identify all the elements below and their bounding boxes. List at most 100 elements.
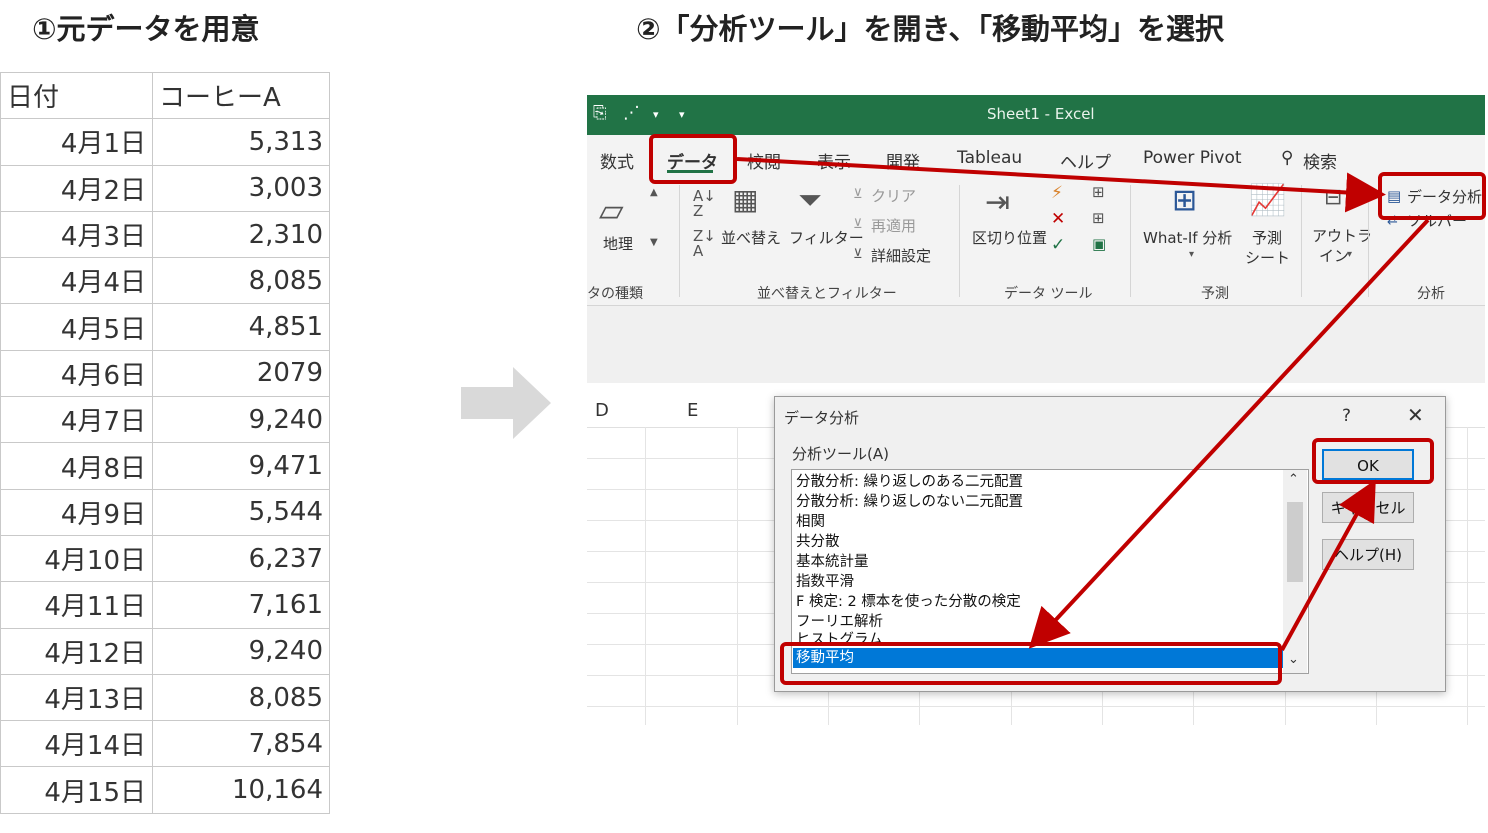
- flash-fill-icon[interactable]: ⚡: [1051, 183, 1063, 203]
- ribbon: ▱ 地理 ▲ ▼ タの種類 A↓ Z Z↓ A ▦ 並べ替え ⏷ フィルター ⊻ ク…: [587, 177, 1485, 306]
- outline-label-1[interactable]: アウトラ: [1312, 225, 1372, 246]
- customize-qat-icon[interactable]: ▾: [679, 108, 685, 121]
- list-item[interactable]: 指数平滑: [796, 572, 854, 592]
- table-row: 4月4日 8,085: [0, 257, 330, 305]
- scroll-down-icon[interactable]: ⌄: [1288, 652, 1299, 667]
- autosave-icon[interactable]: ⎘: [593, 103, 607, 123]
- help-icon[interactable]: ?: [1342, 406, 1351, 426]
- flow-arrow-icon: [461, 367, 551, 439]
- geography-label[interactable]: 地理: [603, 233, 633, 254]
- highlight-ok-button: [1312, 438, 1434, 484]
- table-row: 4月12日 9,240: [0, 627, 330, 675]
- consolidate-icon[interactable]: ⊞: [1092, 183, 1105, 201]
- reapply-label[interactable]: 再適用: [871, 215, 916, 236]
- tab-formulas[interactable]: 数式: [600, 148, 634, 173]
- geography-icon[interactable]: ▱: [599, 191, 624, 229]
- forecast-sheet-label-2[interactable]: シート: [1245, 247, 1290, 268]
- column-header-e[interactable]: E: [687, 400, 698, 421]
- sort-label[interactable]: 並べ替え: [721, 227, 781, 248]
- what-if-dropdown-icon[interactable]: ▾: [1189, 249, 1194, 260]
- chart-icon[interactable]: ⋰: [623, 103, 640, 123]
- tab-tableau[interactable]: Tableau: [957, 148, 1022, 168]
- table-row: 4月10日 6,237: [0, 534, 330, 583]
- grid-line: [587, 706, 1485, 707]
- window-title: Sheet1 - Excel: [987, 105, 1095, 123]
- list-item[interactable]: 基本統計量: [796, 552, 869, 572]
- advanced-filter-icon[interactable]: ⊻: [853, 247, 863, 262]
- clear-label[interactable]: クリア: [871, 185, 916, 206]
- close-icon[interactable]: ✕: [1407, 403, 1424, 427]
- tab-review[interactable]: 校閲: [747, 148, 781, 173]
- sales-cell: 5,313: [152, 118, 330, 166]
- list-item[interactable]: F 検定: 2 標本を使った分散の検定: [796, 592, 1021, 612]
- tab-power-pivot[interactable]: Power Pivot: [1143, 148, 1242, 168]
- qat-dropdown-icon[interactable]: ▾: [653, 108, 659, 121]
- forecast-sheet-label-1[interactable]: 予測: [1252, 227, 1282, 248]
- tab-help[interactable]: ヘルプ: [1060, 148, 1111, 173]
- column-header-d[interactable]: D: [595, 400, 609, 421]
- date-cell: 4月10日: [0, 534, 153, 583]
- data-model-icon[interactable]: ▣: [1092, 235, 1106, 253]
- clear-icon[interactable]: ⊻: [853, 187, 863, 202]
- forecast-sheet-icon[interactable]: 📈: [1249, 183, 1286, 218]
- text-to-columns-icon[interactable]: ⇥: [985, 185, 1010, 220]
- group-separator: [1301, 185, 1302, 297]
- date-cell: 4月8日: [0, 442, 153, 490]
- what-if-icon[interactable]: ⊞: [1172, 183, 1197, 218]
- sales-cell: 8,085: [152, 257, 330, 305]
- sales-cell: 8,085: [152, 673, 330, 722]
- date-cell: 4月12日: [0, 627, 153, 675]
- outline-icon[interactable]: ⊟: [1324, 185, 1342, 210]
- highlight-data-tab: [649, 134, 737, 184]
- remove-duplicates-icon[interactable]: ✕: [1051, 209, 1065, 229]
- date-cell: 4月6日: [0, 349, 153, 398]
- list-item[interactable]: 分散分析: 繰り返しのない二元配置: [796, 492, 1023, 512]
- relationships-icon[interactable]: ⊞: [1092, 209, 1105, 227]
- sales-cell: 9,240: [152, 396, 330, 444]
- list-scrollbar[interactable]: ⌃ ⌄: [1283, 470, 1307, 673]
- title-bar: ⎘ ⋰ ▾ ▾ Sheet1 - Excel: [587, 95, 1485, 135]
- group-separator: [959, 185, 960, 297]
- help-button[interactable]: ヘルプ(H): [1322, 539, 1414, 570]
- sales-cell: 3,003: [152, 164, 330, 212]
- gallery-up-icon[interactable]: ▲: [650, 187, 658, 198]
- group-separator: [1368, 185, 1369, 297]
- cancel-button[interactable]: キャンセル: [1322, 492, 1414, 523]
- date-cell: 4月5日: [0, 303, 153, 351]
- date-cell: 4月7日: [0, 396, 153, 444]
- outline-dropdown-icon[interactable]: ▾: [1347, 249, 1352, 260]
- table-row: 4月15日 10,164: [0, 766, 330, 814]
- sort-ascending-icon[interactable]: A↓ Z: [693, 189, 716, 219]
- tab-developer[interactable]: 開発: [886, 148, 920, 173]
- coffee-column-header: コーヒーA: [152, 71, 330, 120]
- search-icon[interactable]: ⚲: [1281, 148, 1293, 168]
- list-item[interactable]: フーリエ解析: [796, 612, 883, 632]
- text-to-columns-label[interactable]: 区切り位置: [972, 227, 1047, 248]
- scroll-thumb[interactable]: [1287, 502, 1303, 582]
- what-if-label[interactable]: What-If 分析: [1143, 227, 1232, 248]
- data-validation-icon[interactable]: ✓: [1051, 235, 1065, 255]
- table-row: 4月13日 8,085: [0, 673, 330, 722]
- tab-search[interactable]: 検索: [1303, 148, 1337, 173]
- filter-icon[interactable]: ⏷: [798, 183, 822, 218]
- reapply-icon[interactable]: ⊻: [853, 217, 863, 232]
- sales-cell: 10,164: [152, 766, 330, 814]
- list-item[interactable]: 分散分析: 繰り返しのある二元配置: [796, 472, 1023, 492]
- tab-view[interactable]: 表示: [817, 148, 851, 173]
- sort-icon[interactable]: ▦: [732, 183, 758, 216]
- sales-cell: 4,851: [152, 303, 330, 351]
- scroll-up-icon[interactable]: ⌃: [1288, 472, 1299, 487]
- list-item[interactable]: 共分散: [796, 532, 840, 552]
- analysis-group-label: 分析: [1417, 286, 1445, 302]
- sales-cell: 5,544: [152, 488, 330, 536]
- gallery-more-icon[interactable]: ▼: [650, 237, 658, 248]
- date-cell: 4月4日: [0, 257, 153, 305]
- table-row: 4月9日 5,544: [0, 488, 330, 536]
- date-cell: 4月13日: [0, 673, 153, 722]
- advanced-label[interactable]: 詳細設定: [871, 245, 931, 266]
- date-cell: 4月9日: [0, 488, 153, 536]
- list-item[interactable]: 相関: [796, 512, 825, 532]
- date-cell: 4月1日: [0, 118, 153, 166]
- sort-descending-icon[interactable]: Z↓ A: [693, 229, 716, 259]
- outline-label-2[interactable]: イン: [1319, 245, 1349, 266]
